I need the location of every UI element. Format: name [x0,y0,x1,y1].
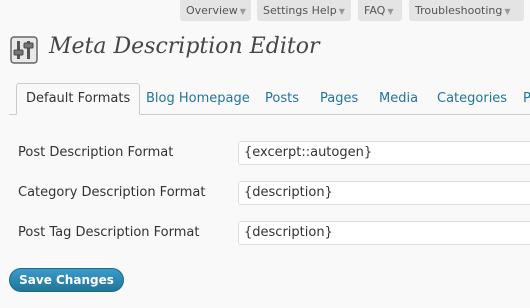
help-tab-label: Troubleshooting [415,4,503,17]
tab-default-formats[interactable]: Default Formats [16,83,141,115]
category-description-format-input[interactable]: {description} [238,181,530,205]
help-tab-faq[interactable]: FAQ ▼ [358,0,402,21]
post-tag-description-format-label: Post Tag Description Format [18,225,200,240]
dropdown-arrow-icon: ▼ [338,7,345,16]
tab-pages[interactable]: Pages [320,83,358,115]
tab-post-tags-partial[interactable]: P [523,83,530,115]
help-tab-label: FAQ [364,4,386,17]
tab-categories[interactable]: Categories [437,83,507,115]
help-tab-label: Settings Help [263,4,337,17]
dropdown-arrow-icon: ▼ [239,7,246,16]
save-changes-button[interactable]: Save Changes [9,268,124,292]
settings-page: Overview ▼ Settings Help ▼ FAQ ▼ Troublesho… [0,0,530,308]
tab-blog-homepage[interactable]: Blog Homepage [146,83,250,115]
post-description-format-input[interactable]: {excerpt::autogen} [238,141,530,165]
category-description-format-label: Category Description Format [18,185,206,200]
dropdown-arrow-icon: ▼ [504,7,511,16]
help-tab-troubleshooting[interactable]: Troubleshooting ▼ [409,0,524,21]
tab-media[interactable]: Media [379,83,418,115]
post-tag-description-format-input[interactable]: {description} [238,221,530,245]
settings-sliders-icon [10,36,38,64]
help-tab-label: Overview [186,4,238,17]
tab-posts[interactable]: Posts [265,83,299,115]
page-title: Meta Description Editor [49,34,320,59]
post-description-format-label: Post Description Format [18,145,174,160]
help-tab-settings-help[interactable]: Settings Help ▼ [257,0,351,21]
dropdown-arrow-icon: ▼ [387,7,394,16]
help-tab-overview[interactable]: Overview ▼ [180,0,251,21]
